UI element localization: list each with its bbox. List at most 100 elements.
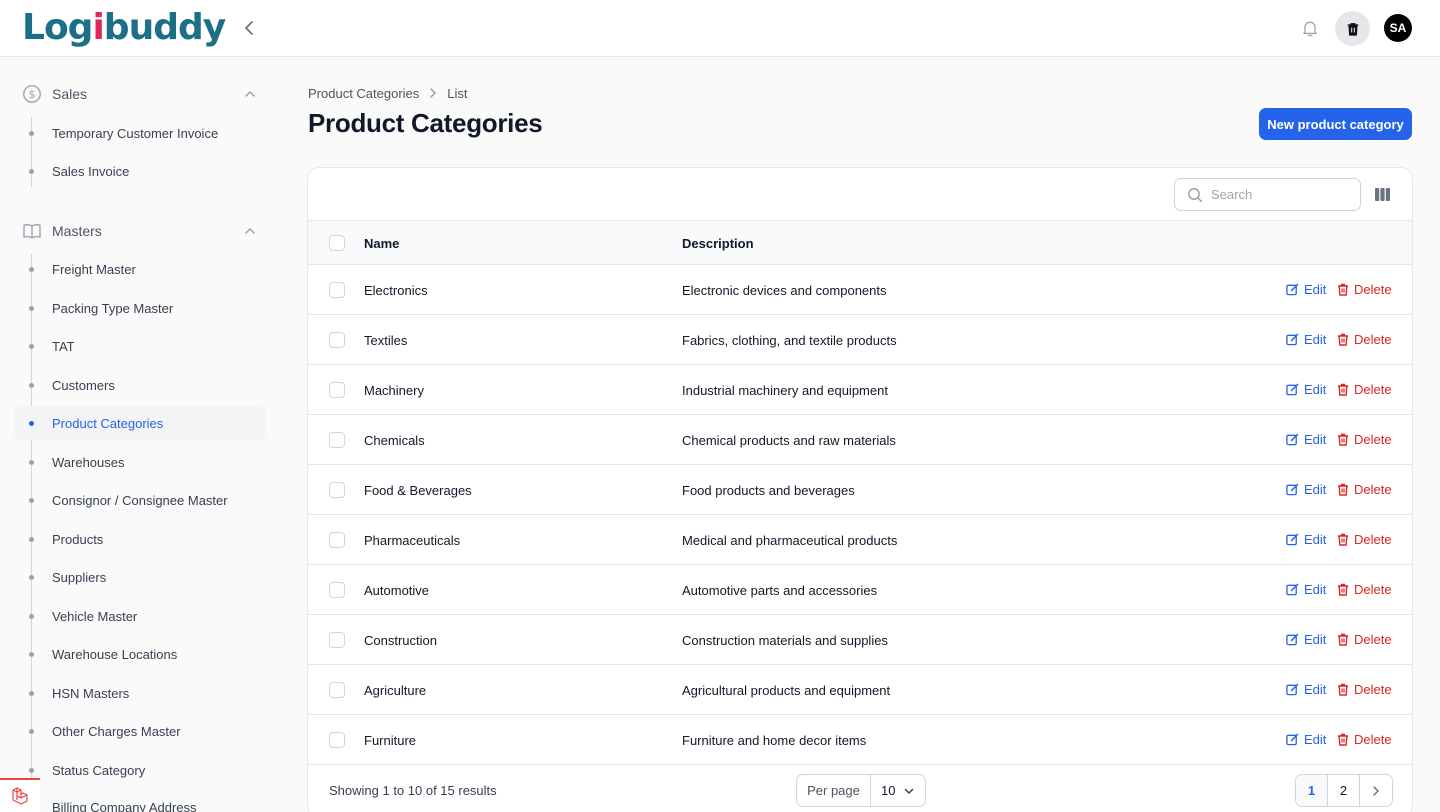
row-checkbox[interactable] [329, 682, 345, 698]
next-page-button[interactable] [1360, 775, 1392, 806]
cell-name: Electronics [364, 283, 428, 298]
trash-button[interactable] [1335, 11, 1370, 46]
sidebar-item-label: Packing Type Master [52, 300, 174, 316]
sidebar-item-billing-company-address[interactable]: Billing Company Address [14, 790, 266, 812]
row-checkbox[interactable] [329, 282, 345, 298]
table-row[interactable]: Electronics Electronic devices and compon… [308, 265, 1412, 315]
cell-description: Electronic devices and components [682, 283, 887, 298]
edit-label: Edit [1304, 432, 1327, 447]
sidebar-item-customers[interactable]: Customers [14, 368, 266, 402]
delete-button[interactable]: Delete [1337, 532, 1392, 547]
sidebar-item-consignor-consignee-master[interactable]: Consignor / Consignee Master [14, 483, 266, 517]
row-checkbox[interactable] [329, 482, 345, 498]
cell-description: Fabrics, clothing, and textile products [682, 333, 897, 348]
row-checkbox[interactable] [329, 632, 345, 648]
notifications-button[interactable] [1298, 16, 1322, 40]
edit-icon [1286, 733, 1299, 746]
delete-label: Delete [1354, 582, 1392, 597]
collapse-sidebar-button[interactable] [238, 16, 260, 40]
edit-button[interactable]: Edit [1286, 582, 1326, 597]
sidebar-item-status-category[interactable]: Status Category [14, 753, 266, 787]
sidebar-item-hsn-masters[interactable]: HSN Masters [14, 676, 266, 710]
sidebar-item-packing-type-master[interactable]: Packing Type Master [14, 291, 266, 325]
columns-toggle-icon[interactable] [1374, 186, 1391, 203]
sidebar-item-other-charges-master[interactable]: Other Charges Master [14, 714, 266, 748]
laravel-debug-icon[interactable] [0, 778, 40, 812]
nav-dot [29, 267, 34, 272]
chevron-up-icon [245, 90, 255, 97]
new-product-category-button[interactable]: New product category [1259, 108, 1412, 140]
avatar[interactable]: SA [1384, 14, 1412, 42]
row-checkbox[interactable] [329, 732, 345, 748]
delete-button[interactable]: Delete [1337, 632, 1392, 647]
edit-button[interactable]: Edit [1286, 332, 1326, 347]
table-row[interactable]: Pharmaceuticals Medical and pharmaceutica… [308, 515, 1412, 565]
table-header: Name Description [308, 220, 1412, 265]
page-button-1[interactable]: 1 [1296, 775, 1328, 806]
edit-icon [1286, 533, 1299, 546]
table-row[interactable]: Machinery Industrial machinery and equipm… [308, 365, 1412, 415]
column-header-name[interactable]: Name [364, 236, 399, 251]
sidebar-item-products[interactable]: Products [14, 522, 266, 556]
delete-button[interactable]: Delete [1337, 682, 1392, 697]
table-row[interactable]: Construction Construction materials and s… [308, 615, 1412, 665]
cell-description: Food products and beverages [682, 483, 855, 498]
page-button-2[interactable]: 2 [1328, 775, 1360, 806]
delete-label: Delete [1354, 432, 1392, 447]
row-checkbox[interactable] [329, 582, 345, 598]
sidebar-item-tat[interactable]: TAT [14, 329, 266, 363]
table-row[interactable]: Agriculture Agricultural products and equ… [308, 665, 1412, 715]
sidebar-item-label: Warehouses [52, 454, 125, 470]
per-page-select[interactable]: Per page 10 [796, 774, 926, 807]
sidebar-item-product-categories[interactable]: Product Categories [14, 406, 266, 440]
sidebar-group-masters[interactable]: Masters [14, 213, 266, 249]
table-card: Name Description Electronics Electronic d… [307, 167, 1413, 812]
edit-button[interactable]: Edit [1286, 382, 1326, 397]
edit-button[interactable]: Edit [1286, 482, 1326, 497]
delete-button[interactable]: Delete [1337, 332, 1392, 347]
sidebar-item-freight-master[interactable]: Freight Master [14, 252, 266, 286]
search-field[interactable] [1174, 178, 1361, 211]
delete-button[interactable]: Delete [1337, 382, 1392, 397]
delete-button[interactable]: Delete [1337, 732, 1392, 747]
table-row[interactable]: Textiles Fabrics, clothing, and textile p… [308, 315, 1412, 365]
breadcrumb-item-product-categories[interactable]: Product Categories [308, 86, 419, 101]
per-page-value[interactable]: 10 [871, 775, 925, 806]
delete-button[interactable]: Delete [1337, 582, 1392, 597]
edit-button[interactable]: Edit [1286, 682, 1326, 697]
row-checkbox[interactable] [329, 532, 345, 548]
table-row[interactable]: Automotive Automotive parts and accessori… [308, 565, 1412, 615]
nav-dot [29, 421, 34, 426]
row-checkbox[interactable] [329, 382, 345, 398]
edit-button[interactable]: Edit [1286, 632, 1326, 647]
sidebar-item-vehicle-master[interactable]: Vehicle Master [14, 599, 266, 633]
table-row[interactable]: Food & Beverages Food products and bevera… [308, 465, 1412, 515]
select-all-checkbox[interactable] [329, 235, 345, 251]
sidebar-item-suppliers[interactable]: Suppliers [14, 560, 266, 594]
search-input[interactable] [1211, 187, 1351, 202]
row-checkbox[interactable] [329, 332, 345, 348]
row-checkbox[interactable] [329, 432, 345, 448]
table-row[interactable]: Chemicals Chemical products and raw mater… [308, 415, 1412, 465]
cell-description: Automotive parts and accessories [682, 583, 878, 598]
delete-button[interactable]: Delete [1337, 482, 1392, 497]
sidebar-item-temporary-customer-invoice[interactable]: Temporary Customer Invoice [14, 116, 266, 150]
pagination: 1 2 [1295, 774, 1393, 807]
edit-button[interactable]: Edit [1286, 732, 1326, 747]
logo[interactable]: Logibuddy [22, 6, 226, 50]
bell-icon [1303, 21, 1317, 37]
cell-name: Textiles [364, 333, 408, 348]
delete-button[interactable]: Delete [1337, 432, 1392, 447]
sidebar-item-warehouse-locations[interactable]: Warehouse Locations [14, 637, 266, 671]
sidebar-item-label: Customers [52, 377, 115, 393]
edit-button[interactable]: Edit [1286, 282, 1326, 297]
column-header-description: Description [682, 236, 754, 251]
sidebar-item-warehouses[interactable]: Warehouses [14, 445, 266, 479]
cell-name: Furniture [364, 733, 417, 748]
edit-button[interactable]: Edit [1286, 532, 1326, 547]
delete-button[interactable]: Delete [1337, 282, 1392, 297]
edit-button[interactable]: Edit [1286, 432, 1326, 447]
table-row[interactable]: Furniture Furniture and home decor items E… [308, 715, 1412, 765]
sidebar-group-sales[interactable]: $ Sales [14, 76, 266, 112]
sidebar-item-sales-invoice[interactable]: Sales Invoice [14, 154, 266, 188]
